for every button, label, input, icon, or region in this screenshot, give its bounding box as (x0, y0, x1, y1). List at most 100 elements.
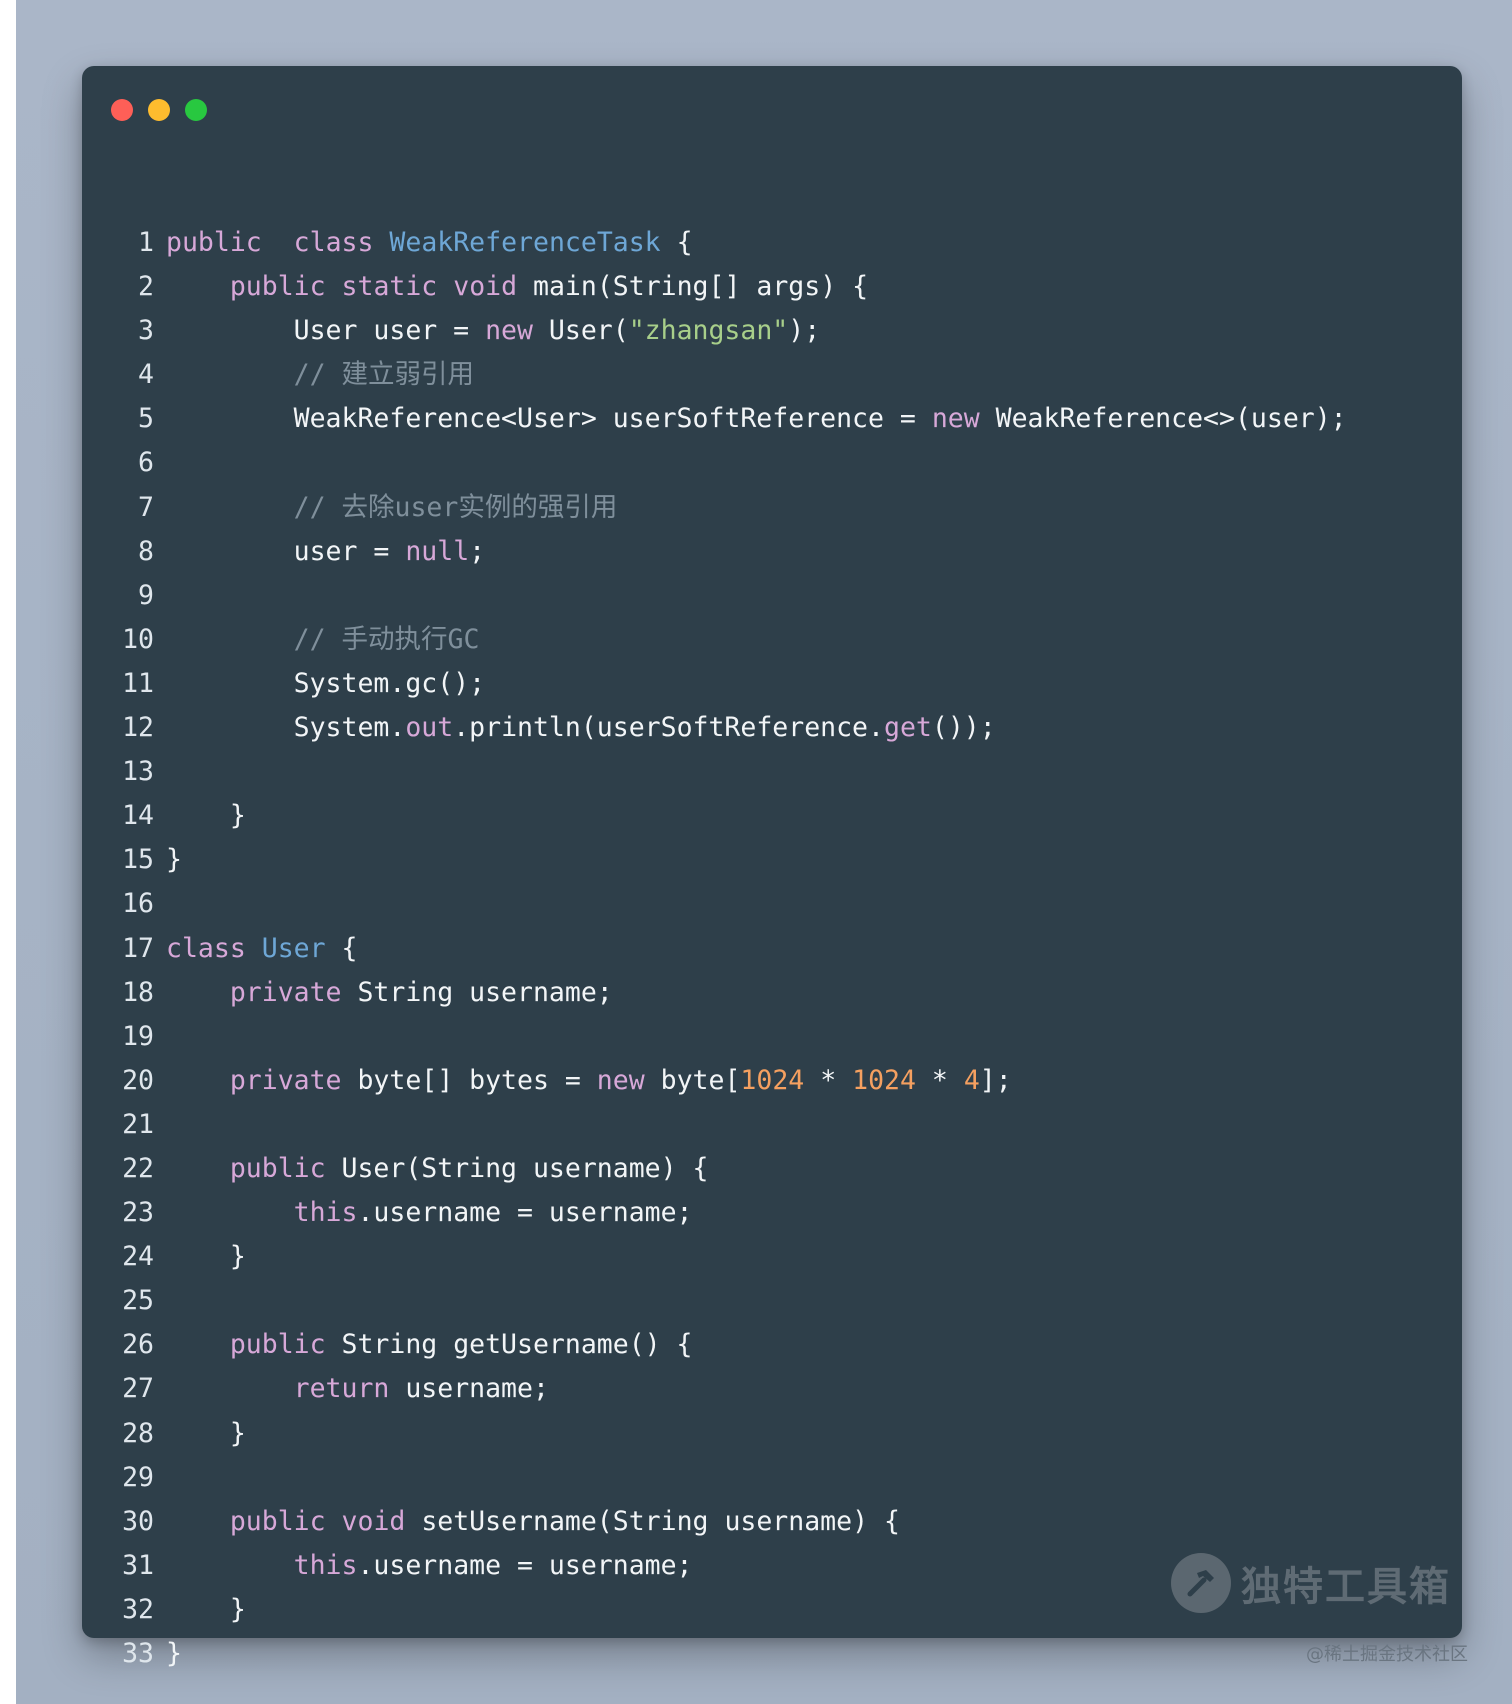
close-button[interactable] (111, 99, 133, 121)
code-text: class User { (166, 927, 358, 971)
line-number: 8 (138, 535, 154, 567)
code-token: } (166, 800, 246, 832)
line-number: 19 (122, 1020, 154, 1052)
code-line: 8 user = null; (82, 530, 1462, 574)
code-token: new (931, 403, 980, 435)
line-number: 18 (122, 976, 154, 1008)
code-token: String username; (341, 976, 613, 1008)
code-line: 27 return username; (82, 1367, 1462, 1411)
code-line: 22 public User(String username) { (82, 1147, 1462, 1191)
watermark-text: 独特工具箱 (1241, 1563, 1451, 1610)
code-text: } (166, 1412, 246, 1456)
code-text: } (166, 1588, 246, 1632)
line-number: 3 (138, 315, 154, 347)
line-number: 17 (122, 932, 154, 964)
code-text: this.username = username; (166, 1544, 693, 1588)
code-token: WeakReference<>(user); (979, 403, 1347, 435)
code-token: * (915, 1064, 964, 1096)
code-line: 14 } (82, 794, 1462, 838)
code-token: new (596, 1064, 645, 1096)
minimize-button[interactable] (148, 99, 170, 121)
code-token: private (229, 1064, 342, 1096)
code-line: 26 public String getUsername() { (82, 1323, 1462, 1367)
line-number: 32 (122, 1593, 154, 1625)
code-token: user = (166, 535, 406, 567)
code-token: public (166, 227, 262, 258)
code-token: this (293, 1197, 358, 1229)
code-line: 10 // 手动执行GC (82, 618, 1462, 662)
code-line: 25 (82, 1279, 1462, 1323)
code-token: // 建立弱引用 (293, 359, 475, 391)
code-token: WeakReference<User> userSoftReference = (166, 403, 932, 435)
code-token: ; (469, 535, 486, 567)
code-token: } (166, 1593, 246, 1625)
code-line: 2 public static void main(String[] args)… (82, 265, 1462, 309)
code-text: // 去除user实例的强引用 (166, 486, 618, 530)
code-token: } (166, 844, 182, 876)
code-token: static (341, 271, 438, 303)
line-number: 2 (138, 271, 154, 303)
line-number: 27 (122, 1373, 154, 1405)
code-token: ); (788, 315, 821, 347)
line-number: 1 (138, 227, 154, 258)
code-token: * (804, 1064, 853, 1096)
code-token: private (229, 976, 342, 1008)
code-line: 5 WeakReference<User> userSoftReference … (82, 397, 1462, 441)
code-line: 7 // 去除user实例的强引用 (82, 486, 1462, 530)
code-line: 21 (82, 1103, 1462, 1147)
line-number: 25 (122, 1285, 154, 1317)
line-number: 4 (138, 359, 154, 391)
line-number: 16 (122, 888, 154, 920)
line-number: 33 (122, 1638, 154, 1669)
code-text: public User(String username) { (166, 1147, 709, 1191)
code-token: System. (166, 712, 406, 744)
code-token: } (166, 1241, 246, 1273)
code-token: User user = (166, 315, 486, 347)
code-token: 4 (963, 1064, 980, 1096)
code-text: private byte[] bytes = new byte[1024 * 1… (166, 1059, 1012, 1103)
line-number: 15 (122, 844, 154, 876)
line-number: 13 (122, 756, 154, 788)
line-number: 24 (122, 1241, 154, 1273)
code-line: 6 (82, 441, 1462, 485)
code-token: .println(userSoftReference. (453, 712, 884, 744)
code-line: 18 private String username; (82, 971, 1462, 1015)
code-text: // 建立弱引用 (166, 353, 474, 397)
code-token: { (660, 227, 693, 258)
code-text: System.out.println(userSoftReference.get… (166, 706, 996, 750)
code-token: ]; (979, 1064, 1012, 1096)
code-token: byte[ (644, 1064, 741, 1096)
code-line: 28 } (82, 1412, 1462, 1456)
code-token: } (166, 1638, 182, 1669)
code-token: username; (389, 1373, 549, 1405)
code-token: byte[] bytes = (341, 1064, 597, 1096)
code-line: 19 (82, 1015, 1462, 1059)
code-token: 1024 (740, 1064, 805, 1096)
code-line: 9 (82, 574, 1462, 618)
code-text: } (166, 1235, 246, 1279)
code-text: WeakReference<User> userSoftReference = … (166, 397, 1347, 441)
code-token: // 去除user实例的强引用 (293, 491, 618, 523)
code-token: public (229, 1329, 326, 1361)
maximize-button[interactable] (185, 99, 207, 121)
code-text: User user = new User("zhangsan"); (166, 309, 821, 353)
code-line: 11 System.gc(); (82, 662, 1462, 706)
code-token: User( (532, 315, 629, 347)
code-token: WeakReferenceTask (389, 227, 661, 258)
code-line: 23 this.username = username; (82, 1191, 1462, 1235)
code-window: 1 public class WeakReferenceTask {2 publi… (82, 66, 1462, 1669)
code-token: 1024 (852, 1064, 916, 1096)
